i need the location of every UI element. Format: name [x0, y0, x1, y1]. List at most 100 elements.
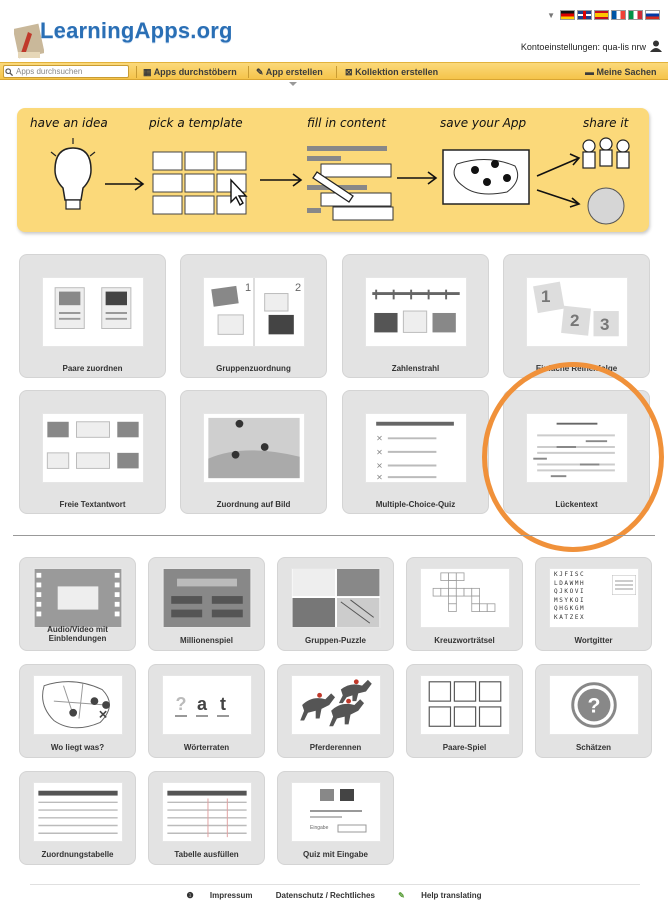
template-label: Multiple-Choice-Quiz: [375, 500, 456, 509]
svg-text:?: ?: [588, 694, 601, 718]
wordgrid-row: LDAWMH: [554, 579, 586, 587]
template-tile-quiz-mit-eingabe[interactable]: Eingabe Quiz mit Eingabe: [277, 771, 394, 865]
template-label: Wo liegt was?: [50, 743, 105, 752]
word-guess-thumbnail: ? a t: [162, 675, 252, 735]
page: LearningApps.org ▼ Kontoeinstellungen: q…: [0, 0, 668, 901]
groups-thumbnail: [203, 277, 305, 347]
template-label: Zuordnungstabelle: [41, 850, 114, 859]
template-label: Millionenspiel: [180, 636, 233, 645]
template-label: Kreuzworträtsel: [434, 636, 495, 645]
template-tile-wo-liegt-was[interactable]: ✕ Wo liegt was?: [19, 664, 136, 758]
template-tile-freie-textantwort[interactable]: Freie Textantwort: [19, 390, 166, 514]
template-tile-multiple-choice-quiz[interactable]: ✕ ✕ ✕ ✕ Multiple-Choice-Quiz: [342, 390, 489, 514]
flag-ru-icon[interactable]: [645, 10, 660, 20]
template-tile-millionenspiel[interactable]: Millionenspiel: [148, 557, 265, 651]
guess-letter: ?: [175, 694, 187, 717]
free-text-thumbnail: [42, 413, 144, 483]
nav-browse-label: Apps durchstöbern: [153, 67, 237, 77]
folder-icon: ▬: [585, 67, 594, 77]
video-thumbnail: [33, 568, 123, 628]
template-label: Zuordnung auf Bild: [216, 500, 291, 509]
main-nav: Apps durchsuchen ▦ Apps durchstöbern ✎ A…: [0, 62, 668, 80]
lightbulb-icon: [50, 138, 96, 210]
logo-text[interactable]: LearningApps.org: [40, 18, 233, 44]
template-tile-kreuzwortraetsel[interactable]: Kreuzworträtsel: [406, 557, 523, 651]
grid-icon: ▦: [143, 67, 152, 77]
globe-icon: [587, 187, 625, 225]
template-label: Zahlenstrahl: [391, 364, 440, 373]
map-icon: [442, 149, 530, 205]
help-label: Help translating: [421, 891, 482, 900]
template-label: Tabelle ausfüllen: [174, 850, 239, 859]
estimate-thumbnail: ?: [549, 675, 639, 735]
footer-divider: [30, 884, 640, 885]
guess-letter: a: [196, 694, 208, 717]
svg-text:✕: ✕: [376, 461, 383, 470]
flag-de-icon[interactable]: [560, 10, 575, 20]
template-tile-paare-zuordnen[interactable]: Paare zuordnen: [19, 254, 166, 378]
form-fields-icon: [307, 146, 394, 221]
template-label: Audio/Video mit Einblendungen: [47, 625, 108, 643]
horse-race-thumbnail: [291, 675, 381, 735]
template-label: Pferderennen: [309, 743, 362, 752]
template-tile-audio-video[interactable]: Audio/Video mit Einblendungen: [19, 557, 136, 651]
step-pick-template: pick a template: [149, 116, 243, 130]
collection-icon: ⊠: [345, 67, 353, 77]
template-label: Gruppenzuordnung: [216, 364, 291, 373]
step-save-app: save your App: [440, 116, 527, 130]
template-tile-woerterraten[interactable]: ? a t Wörterraten: [148, 664, 265, 758]
user-icon[interactable]: [650, 40, 662, 52]
nav-my-things-label: Meine Sachen: [596, 67, 657, 77]
template-label: Wörterraten: [183, 743, 230, 752]
search-input[interactable]: Apps durchsuchen: [3, 65, 129, 78]
template-tile-gruppen-puzzle[interactable]: Gruppen-Puzzle: [277, 557, 394, 651]
nav-my-things[interactable]: ▬ Meine Sachen: [585, 66, 657, 78]
svg-text:✕: ✕: [376, 434, 383, 443]
privacy-link[interactable]: Datenschutz / Rechtliches: [276, 891, 375, 900]
svg-text:✕: ✕: [376, 448, 383, 457]
template-label: Paare-Spiel: [442, 743, 487, 752]
template-label: Freie Textantwort: [59, 500, 126, 509]
step-share-it: share it: [583, 116, 629, 130]
guess-letter: t: [217, 694, 229, 717]
template-tile-wortgitter[interactable]: KJFISC LDAWMH QJKOVI MSYKOI QHGKGM KATZE…: [535, 557, 652, 651]
template-label: Schätzen: [575, 743, 612, 752]
template-tile-einfache-reihenfolge[interactable]: 1 2 3 Einfache Reihenfolge: [503, 254, 650, 378]
nav-create-app[interactable]: ✎ App erstellen: [256, 66, 323, 78]
nav-browse-apps[interactable]: ▦ Apps durchstöbern: [143, 66, 237, 78]
flag-it-icon[interactable]: [628, 10, 643, 20]
template-tile-zuordnung-auf-bild[interactable]: Zuordnung auf Bild: [180, 390, 327, 514]
template-tile-tabelle-ausfuellen[interactable]: Tabelle ausfüllen: [148, 771, 265, 865]
header: LearningApps.org ▼ Kontoeinstellungen: q…: [0, 0, 668, 60]
millionaire-thumbnail: [162, 568, 252, 628]
fill-table-thumbnail: [162, 782, 252, 842]
template-label: Wortgitter: [574, 636, 613, 645]
flag-fr-icon[interactable]: [611, 10, 626, 20]
template-tile-zuordnungstabelle[interactable]: Zuordnungstabelle: [19, 771, 136, 865]
imprint-label: Impressum: [209, 891, 253, 900]
puzzle-thumbnail: [291, 568, 381, 628]
footer: ❶ Impressum Datenschutz / Rechtliches ✎ …: [0, 891, 668, 900]
wordlist-icon: [612, 575, 636, 595]
template-label: Quiz mit Eingabe: [303, 850, 368, 859]
image-mapping-thumbnail: [203, 413, 305, 483]
help-translating-link[interactable]: ✎ Help translating: [391, 891, 488, 900]
chevron-down-icon[interactable]: ▼: [547, 11, 555, 20]
account-settings-link[interactable]: Kontoeinstellungen: qua-lis nrw: [521, 42, 646, 52]
template-tile-zahlenstrahl[interactable]: Zahlenstrahl: [342, 254, 489, 378]
template-tile-paare-spiel[interactable]: Paare-Spiel: [406, 664, 523, 758]
imprint-link[interactable]: ❶ Impressum: [179, 891, 259, 900]
nav-separator: [248, 66, 249, 78]
nav-create-collection[interactable]: ⊠ Kollektion erstellen: [345, 66, 438, 78]
language-switcher[interactable]: ▼: [547, 10, 660, 20]
wordgrid-row: MSYKOI: [554, 596, 586, 604]
svg-text:✕: ✕: [98, 709, 108, 722]
memory-thumbnail: [420, 675, 510, 735]
template-tile-schaetzen[interactable]: ? Schätzen: [535, 664, 652, 758]
template-tile-gruppenzuordnung[interactable]: 1 2 Gruppenzuordnung: [180, 254, 327, 378]
multiple-choice-thumbnail: ✕ ✕ ✕ ✕: [365, 413, 467, 483]
flag-es-icon[interactable]: [594, 10, 609, 20]
flag-gb-icon[interactable]: [577, 10, 592, 20]
step-have-an-idea: have an idea: [30, 116, 108, 130]
template-tile-pferderennen[interactable]: Pferderennen: [277, 664, 394, 758]
